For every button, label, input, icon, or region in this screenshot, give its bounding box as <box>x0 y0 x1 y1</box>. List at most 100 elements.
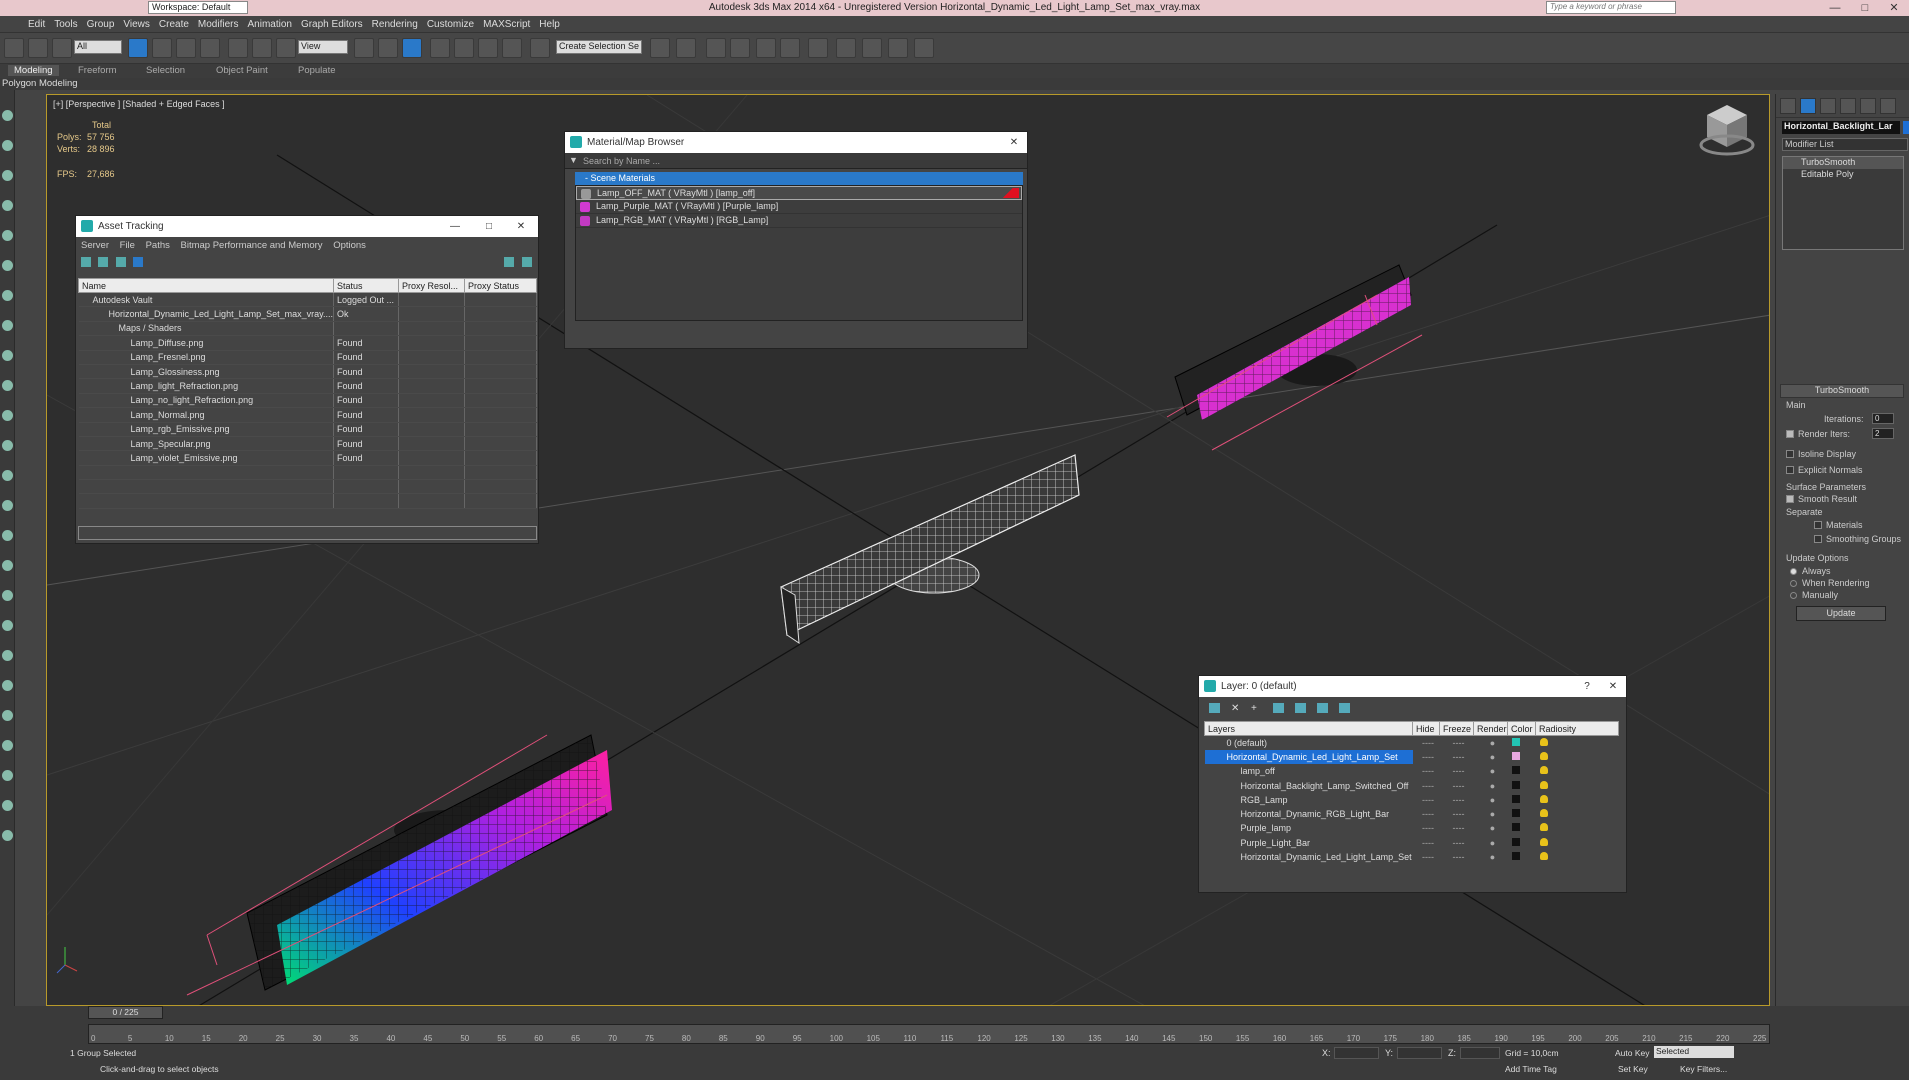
modify-tab-icon[interactable] <box>1800 98 1816 114</box>
tool-icon[interactable] <box>2 590 13 601</box>
menu-views[interactable]: Views <box>123 16 159 30</box>
window-crossing-icon[interactable] <box>200 38 220 58</box>
tool-icon[interactable] <box>2 380 13 391</box>
render-toggle[interactable]: ● <box>1474 836 1508 850</box>
close-icon[interactable]: ✕ <box>512 216 530 237</box>
col-freeze[interactable]: Freeze <box>1439 721 1474 736</box>
minimize-icon[interactable]: — <box>446 216 464 237</box>
maximize-icon[interactable]: □ <box>480 216 498 237</box>
object-color-swatch[interactable] <box>1903 121 1909 134</box>
render-iters-spinner[interactable]: 2 <box>1872 428 1894 439</box>
tool-icon[interactable] <box>2 140 13 151</box>
radiosity-icon[interactable] <box>1539 766 1548 775</box>
tool-icon[interactable] <box>2 650 13 661</box>
select-object-icon[interactable] <box>128 38 148 58</box>
table-row[interactable]: Lamp_light_Refraction.png Found <box>78 378 538 394</box>
tool-icon[interactable] <box>2 620 13 631</box>
manually-radio[interactable] <box>1790 592 1797 599</box>
tool-icon[interactable] <box>2 170 13 181</box>
radiosity-icon[interactable] <box>1539 837 1548 846</box>
auto-key-button[interactable]: Auto Key <box>1615 1048 1650 1058</box>
table-row[interactable]: Lamp_Glossiness.png Found <box>78 364 538 380</box>
refresh-icon[interactable] <box>81 257 91 267</box>
percent-snap-icon[interactable] <box>478 38 498 58</box>
stack-item-turbosmooth[interactable]: TurboSmooth <box>1783 157 1903 169</box>
col-proxy-status[interactable]: Proxy Status <box>463 278 538 293</box>
material-item[interactable]: Lamp_Purple_MAT ( VRayMtl ) [Purple_lamp… <box>576 200 1022 214</box>
layer-color-swatch[interactable] <box>1511 737 1520 746</box>
layer-color-swatch[interactable] <box>1511 751 1520 760</box>
rotate-icon[interactable] <box>252 38 272 58</box>
motion-tab-icon[interactable] <box>1840 98 1856 114</box>
bind-warp-icon[interactable] <box>52 38 72 58</box>
materials-checkbox[interactable] <box>1814 521 1822 529</box>
table-row[interactable]: Lamp_no_light_Refraction.png Found <box>78 393 538 409</box>
render-toggle[interactable]: ● <box>1474 821 1508 835</box>
help-search-input[interactable]: Type a keyword or phrase <box>1546 1 1676 14</box>
material-editor-icon[interactable] <box>808 38 828 58</box>
tool-icon[interactable] <box>2 830 13 841</box>
table-row[interactable]: Lamp_violet_Emissive.png Found <box>78 450 538 466</box>
render-toggle[interactable]: ● <box>1474 807 1508 821</box>
time-slider[interactable]: 0 / 225 <box>88 1006 163 1019</box>
table-row[interactable]: Lamp_rgb_Emissive.png Found <box>78 422 538 437</box>
layer-manager-icon[interactable] <box>706 38 726 58</box>
render-iters-checkbox[interactable] <box>1786 430 1794 438</box>
help-icon[interactable] <box>504 257 514 267</box>
scale-icon[interactable] <box>276 38 296 58</box>
tool-icon[interactable] <box>2 800 13 811</box>
tool-icon[interactable] <box>2 680 13 691</box>
tool-icon[interactable] <box>2 530 13 541</box>
grid-view-icon[interactable] <box>133 257 143 267</box>
display-tab-icon[interactable] <box>1860 98 1876 114</box>
utilities-tab-icon[interactable] <box>1880 98 1896 114</box>
freeze-toggle[interactable]: ---- <box>1440 764 1474 778</box>
tool-icon[interactable] <box>2 200 13 211</box>
menu-file[interactable]: File <box>120 240 135 251</box>
schematic-view-icon[interactable] <box>780 38 800 58</box>
tool-icon[interactable] <box>2 500 13 511</box>
keyboard-shortcut-icon[interactable] <box>402 38 422 58</box>
table-icon[interactable] <box>116 257 126 267</box>
menu-paths[interactable]: Paths <box>146 240 170 251</box>
freeze-toggle[interactable]: ---- <box>1440 807 1474 821</box>
layer-color-swatch[interactable] <box>1511 809 1520 818</box>
select-by-name-icon[interactable] <box>152 38 172 58</box>
menu-bitmap-perf[interactable]: Bitmap Performance and Memory <box>181 240 323 251</box>
key-filters-button[interactable]: Key Filters... <box>1680 1064 1727 1074</box>
menu-tools[interactable]: Tools <box>54 16 86 30</box>
table-row[interactable]: Horizontal_Dynamic_Led_Light_Lamp_Set_ma… <box>78 306 538 322</box>
col-proxy-resol[interactable]: Proxy Resol... <box>397 278 465 293</box>
object-name-field[interactable]: Horizontal_Backlight_Lar <box>1782 121 1900 134</box>
table-row[interactable]: Autodesk Vault Logged Out ... <box>78 292 538 308</box>
menu-help[interactable]: Help <box>539 16 569 30</box>
tab-modeling[interactable]: Modeling <box>8 65 59 76</box>
radiosity-icon[interactable] <box>1539 823 1548 832</box>
tool-icon[interactable] <box>2 770 13 781</box>
freeze-all-icon[interactable] <box>1339 703 1350 713</box>
render-toggle[interactable]: ● <box>1474 850 1508 864</box>
list-icon[interactable] <box>98 257 108 267</box>
material-item[interactable]: Lamp_OFF_MAT ( VRayMtl ) [lamp_off] <box>576 186 1022 200</box>
layer-row[interactable]: 0 (default) ---- ---- ● <box>1205 736 1619 750</box>
unlink-icon[interactable] <box>28 38 48 58</box>
material-item[interactable]: Lamp_RGB_MAT ( VRayMtl ) [RGB_Lamp] <box>576 214 1022 228</box>
add-to-layer-icon[interactable]: + <box>1251 703 1262 714</box>
tab-object-paint[interactable]: Object Paint <box>216 65 268 76</box>
render-toggle[interactable]: ● <box>1474 736 1508 750</box>
menu-edit[interactable]: Edit <box>0 16 54 30</box>
col-hide[interactable]: Hide <box>1412 721 1440 736</box>
create-tab-icon[interactable] <box>1780 98 1796 114</box>
when-rendering-radio[interactable] <box>1790 580 1797 587</box>
render-toggle[interactable]: ● <box>1474 778 1508 792</box>
tab-populate[interactable]: Populate <box>298 65 336 76</box>
snap-toggle-icon[interactable] <box>430 38 450 58</box>
iterations-spinner[interactable]: 0 <box>1872 413 1894 424</box>
tool-icon[interactable] <box>2 260 13 271</box>
freeze-toggle[interactable]: ---- <box>1440 736 1474 750</box>
layer-row[interactable]: Horizontal_Dynamic_Led_Light_Lamp_Set ---… <box>1204 749 1619 765</box>
asset-tracking-titlebar[interactable]: Asset Tracking — □ ✕ <box>76 216 538 237</box>
close-icon[interactable]: ✕ <box>1604 676 1622 697</box>
maximize-icon[interactable]: □ <box>1850 0 1880 16</box>
radiosity-icon[interactable] <box>1539 794 1548 803</box>
